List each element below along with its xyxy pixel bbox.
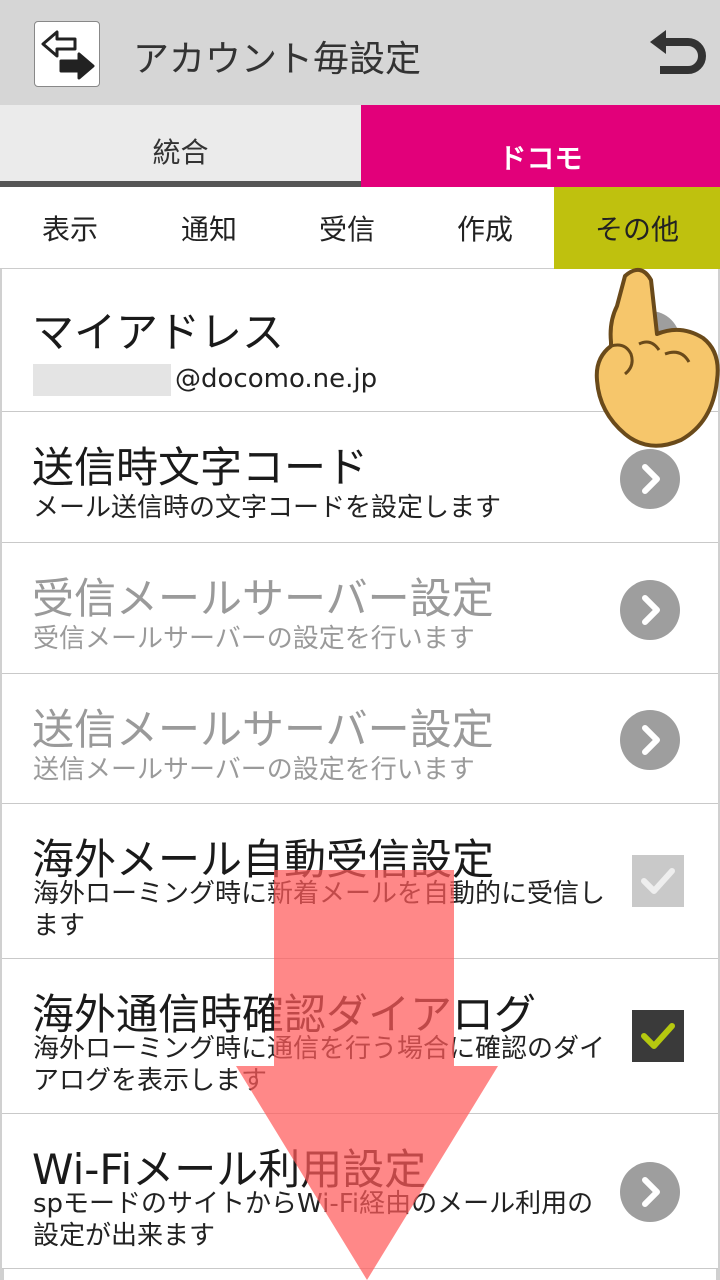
category-tabs: 表示 通知 受信 作成 その他 (0, 187, 720, 269)
app-header: アカウント毎設定 (0, 0, 720, 105)
tab-unified[interactable]: 統合 (0, 105, 361, 187)
setting-subtitle: メール送信時の文字コードを設定します (33, 493, 502, 523)
tab-docomo[interactable]: ドコモ (361, 105, 720, 187)
setting-outgoing-server[interactable]: 送信メールサーバー設定 送信メールサーバーの設定を行います (2, 674, 718, 804)
setting-subtitle: 海外ローミング時に通信を行う場合に確認のダイアログを表示します (33, 1034, 606, 1096)
setting-title: 受信メールサーバー設定 (32, 574, 494, 623)
setting-subtitle: 送信メールサーバーの設定を行います (33, 755, 475, 785)
setting-subtitle: 海外ローミング時に新着メールを自動的に受信します (33, 879, 606, 941)
chevron-right-icon[interactable] (620, 580, 680, 640)
tab-compose[interactable]: 作成 (416, 187, 554, 269)
setting-title: マイアドレス (32, 308, 285, 357)
setting-overseas-auto-receive[interactable]: 海外メール自動受信設定 海外ローミング時に新着メールを自動的に受信します (2, 804, 718, 959)
masked-username (33, 363, 171, 396)
setting-title: 送信時文字コード (32, 443, 369, 492)
chevron-right-icon[interactable] (620, 710, 680, 770)
setting-wifi-mail[interactable]: Wi-Fiメール利用設定 spモードのサイトからWi-Fi経由のメール利用の設定… (2, 1114, 718, 1269)
chevron-right-icon[interactable] (620, 311, 680, 371)
setting-my-address[interactable]: マイアドレス @docomo.ne.jp (2, 269, 718, 412)
setting-send-charset[interactable]: 送信時文字コード メール送信時の文字コードを設定します (2, 412, 718, 543)
tab-other[interactable]: その他 (554, 187, 720, 269)
page-title: アカウント毎設定 (133, 39, 422, 80)
tab-receive[interactable]: 受信 (278, 187, 416, 269)
chevron-right-icon[interactable] (620, 449, 680, 509)
setting-title: 送信メールサーバー設定 (32, 705, 494, 754)
tab-notification[interactable]: 通知 (140, 187, 278, 269)
address-domain: @docomo.ne.jp (175, 364, 378, 394)
setting-subtitle: @docomo.ne.jp (33, 363, 613, 396)
setting-subtitle: spモードのサイトからWi-Fi経由のメール利用の設定が出来ます (33, 1189, 594, 1251)
checkbox-checked-disabled[interactable] (632, 855, 684, 907)
account-tabs: 統合 ドコモ (0, 105, 720, 187)
back-arrow-icon[interactable] (648, 28, 708, 80)
setting-subtitle: 受信メールサーバーの設定を行います (33, 624, 475, 654)
setting-overseas-confirm-dialog[interactable]: 海外通信時確認ダイアログ 海外ローミング時に通信を行う場合に確認のダイアログを表… (2, 959, 718, 1114)
checkbox-checked[interactable] (632, 1010, 684, 1062)
chevron-right-icon[interactable] (620, 1162, 680, 1222)
setting-incoming-server[interactable]: 受信メールサーバー設定 受信メールサーバーの設定を行います (2, 543, 718, 674)
tab-display[interactable]: 表示 (0, 187, 140, 269)
account-switch-icon[interactable] (34, 21, 100, 87)
